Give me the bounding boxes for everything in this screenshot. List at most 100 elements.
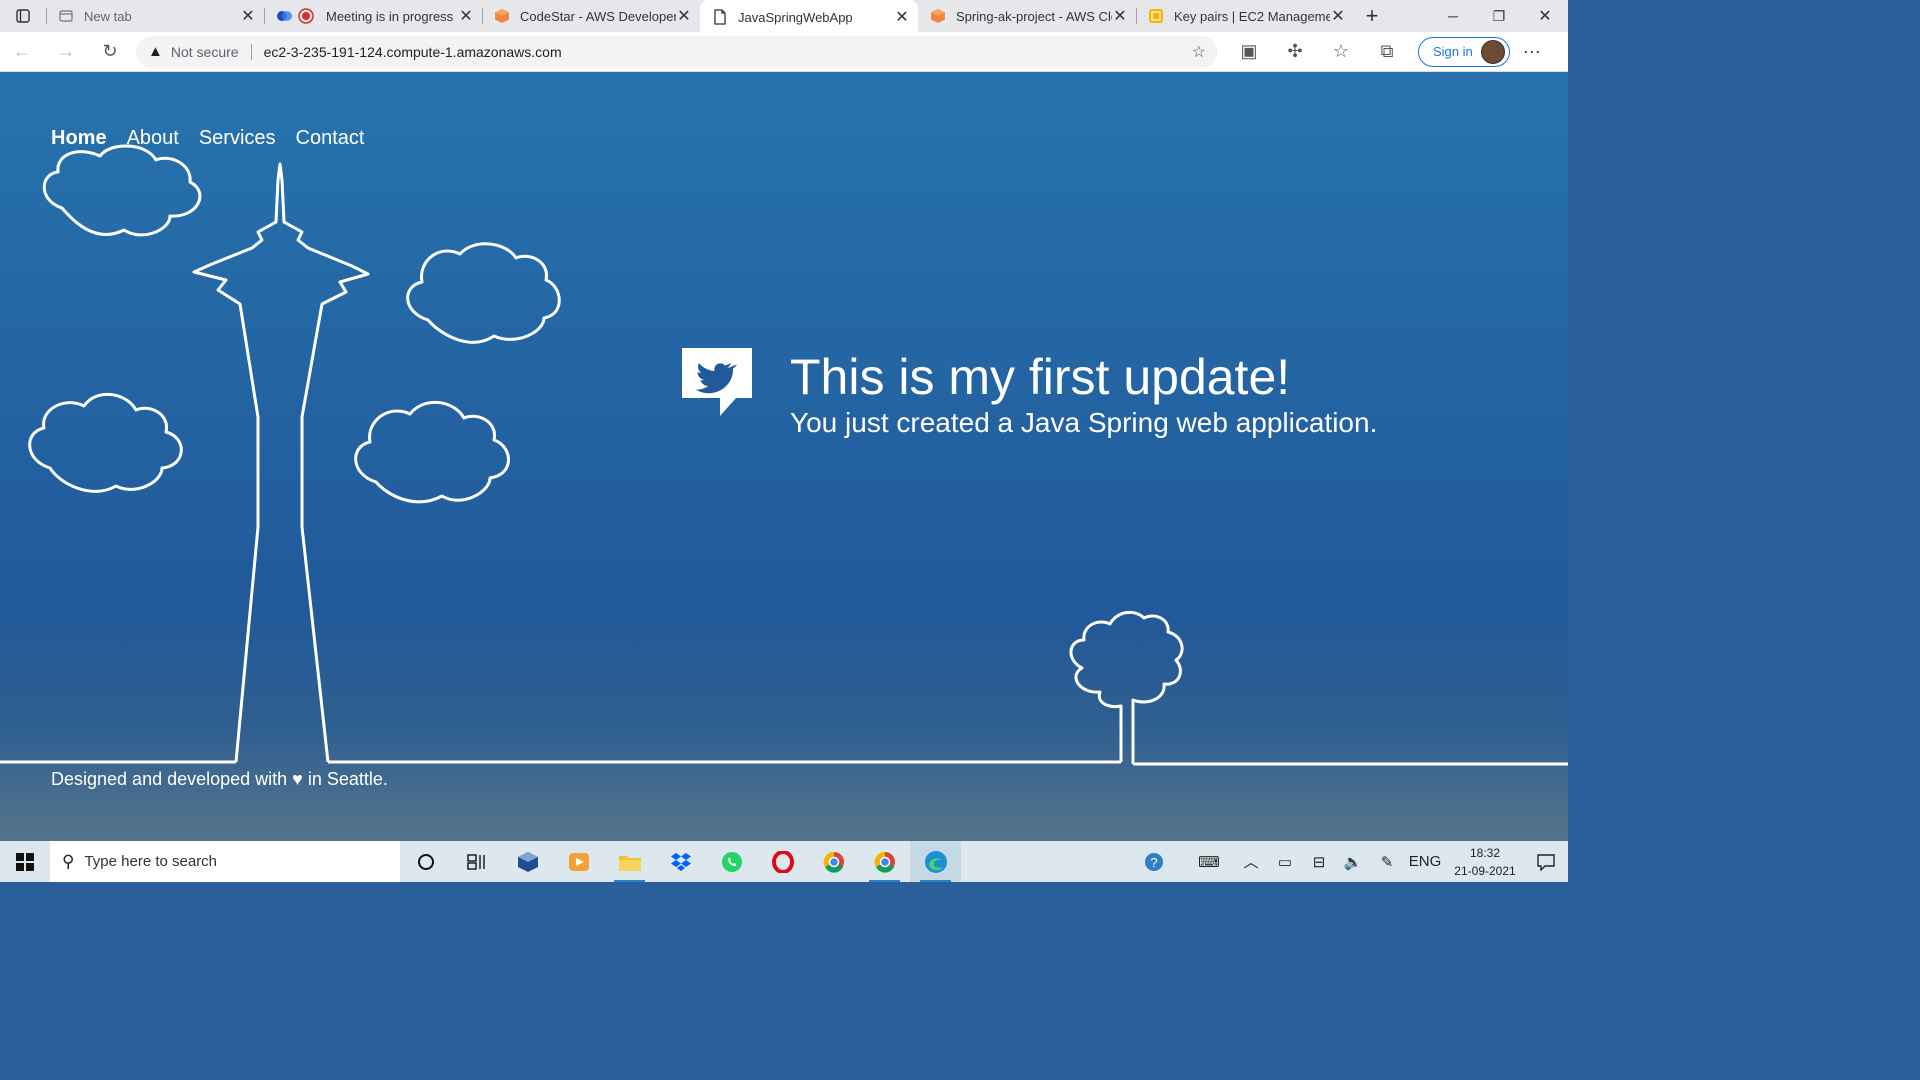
page-subtitle: You just created a Java Spring web appli… [790,407,1378,438]
page-title: This is my first update! [790,349,1291,405]
extensions-icon[interactable]: ✣ [1272,32,1318,72]
aws-cube-icon [930,8,946,24]
opera-icon[interactable] [757,841,808,882]
back-icon[interactable]: ← [0,32,44,72]
close-tab-icon[interactable]: ✕ [676,6,692,26]
avatar [1480,39,1505,64]
tab-actions-button[interactable] [0,0,46,32]
search-icon: ⚲ [62,851,75,871]
page-icon [712,9,728,25]
tab-title: CodeStar - AWS Developer [520,8,676,24]
dropbox-icon[interactable] [655,841,706,882]
file-explorer-icon[interactable] [604,841,655,882]
space-needle [192,162,370,763]
address-bar[interactable]: ▲ Not secure ec2-3-235-191-124.compute-1… [136,35,1218,68]
nav-home[interactable]: Home [51,127,107,150]
cortana-icon[interactable] [400,841,451,882]
cloud [42,144,202,237]
nav-services[interactable]: Services [199,127,276,150]
close-tab-icon[interactable]: ✕ [240,6,256,26]
url-text[interactable]: ec2-3-235-191-124.compute-1.amazonaws.co… [264,44,1192,60]
pen-icon[interactable]: ✎ [1370,853,1404,871]
refresh-icon[interactable]: ↻ [88,32,132,72]
nav-about[interactable]: About [127,127,179,150]
tab-title: Key pairs | EC2 Managemen [1174,8,1330,24]
ec2-icon [1148,8,1164,24]
sign-in-button[interactable]: Sign in [1418,36,1510,67]
tab-new-tab[interactable]: New tab ✕ [46,0,264,32]
virtualbox-icon[interactable] [502,841,553,882]
more-options-icon[interactable]: ··· [1510,41,1554,62]
cloud [406,242,561,344]
favorites-icon[interactable]: ☆ [1318,32,1364,72]
tab-codestar[interactable]: CodeStar - AWS Developer ✕ [482,0,700,32]
close-tab-icon[interactable]: ✕ [1112,6,1128,26]
close-tab-icon[interactable]: ✕ [894,7,910,27]
tab-title: Spring-ak-project - AWS Clo [956,8,1112,24]
chrome-icon[interactable] [859,841,910,882]
nav-contact[interactable]: Contact [296,127,365,150]
language-indicator[interactable]: ENG [1404,853,1446,870]
clock-time: 18:32 [1469,845,1501,860]
edge-icon[interactable] [910,841,961,882]
clock[interactable]: 18:32 21-09-2021 [1446,844,1524,880]
media-player-icon[interactable] [553,841,604,882]
divider [250,43,252,60]
search-placeholder: Type here to search [84,853,218,870]
tab-actions-icon [16,9,30,23]
twitter-icon[interactable] [682,348,752,418]
close-window-icon[interactable]: ✕ [1522,0,1568,32]
windows-start-icon[interactable] [0,841,50,882]
tab-strip: New tab ✕ Meeting is in progress ✕ CodeS… [0,0,1568,34]
restore-icon[interactable]: ❐ [1476,0,1522,32]
task-view-icon[interactable] [451,841,502,882]
help-icon[interactable]: ? [1124,851,1184,873]
sign-in-label: Sign in [1433,44,1473,59]
aws-cube-icon [494,8,510,24]
security-label: Not secure [170,43,239,60]
cloud [354,400,510,504]
site-nav: Home About Services Contact [51,127,364,150]
network-icon[interactable]: ⊟ [1302,853,1336,871]
new-tab-icon [58,8,74,24]
close-tab-icon[interactable]: ✕ [458,6,474,26]
tree [1069,610,1184,764]
tab-java-spring[interactable]: JavaSpringWebApp ✕ [700,0,918,34]
add-favorite-icon[interactable]: ☆ [1192,42,1206,62]
taskbar: ⚲ Type here to search ? ⌨ ︿ ▭ ⊟ 🔈 ✎ ENG … [0,841,1568,882]
cloud [28,392,183,493]
hero: This is my first update! You just create… [682,348,1377,440]
chrome-icon[interactable] [808,841,859,882]
system-tray: ? ⌨ ︿ ▭ ⊟ 🔈 ✎ ENG 18:32 21-09-2021 [1124,841,1568,882]
svg-text:?: ? [1150,855,1157,870]
tab-meeting[interactable]: Meeting is in progress ✕ [264,0,482,32]
clock-date: 21-09-2021 [1454,863,1516,878]
hero-text: This is my first update! You just create… [790,348,1377,440]
volume-icon[interactable]: 🔈 [1336,853,1370,871]
warning-icon: ▲ [148,43,163,60]
tab-spring-project[interactable]: Spring-ak-project - AWS Clo ✕ [918,0,1136,32]
tab-title: New tab [84,8,132,24]
collections-icon[interactable]: ⧉ [1364,32,1410,72]
forward-icon[interactable]: → [44,32,88,72]
browser-toolbar: ← → ↻ ▲ Not secure ec2-3-235-191-124.com… [0,32,1568,72]
recording-icon [276,8,316,24]
footer-text: Designed and developed with ♥ in Seattle… [51,769,388,789]
reader-icon[interactable]: ▣ [1226,32,1272,72]
web-page: Home About Services Contact This is my f… [0,72,1568,841]
close-tab-icon[interactable]: ✕ [1330,6,1346,26]
keyboard-icon[interactable]: ⌨ [1184,853,1234,871]
tab-title: Meeting is in progress [326,8,454,24]
window-controls: ─ ❐ ✕ [1430,0,1568,32]
seattle-skyline-illustration [0,144,1568,766]
whatsapp-icon[interactable] [706,841,757,882]
chevron-up-icon[interactable]: ︿ [1234,851,1268,872]
tab-key-pairs[interactable]: Key pairs | EC2 Managemen ✕ [1136,0,1354,32]
ground-line [0,760,1568,766]
tab-title: JavaSpringWebApp [738,9,853,25]
notifications-icon[interactable] [1524,853,1568,871]
minimize-icon[interactable]: ─ [1430,0,1476,32]
new-tab-button[interactable]: + [1354,3,1390,29]
meet-now-icon[interactable]: ▭ [1268,853,1302,871]
taskbar-search[interactable]: ⚲ Type here to search [50,841,400,882]
